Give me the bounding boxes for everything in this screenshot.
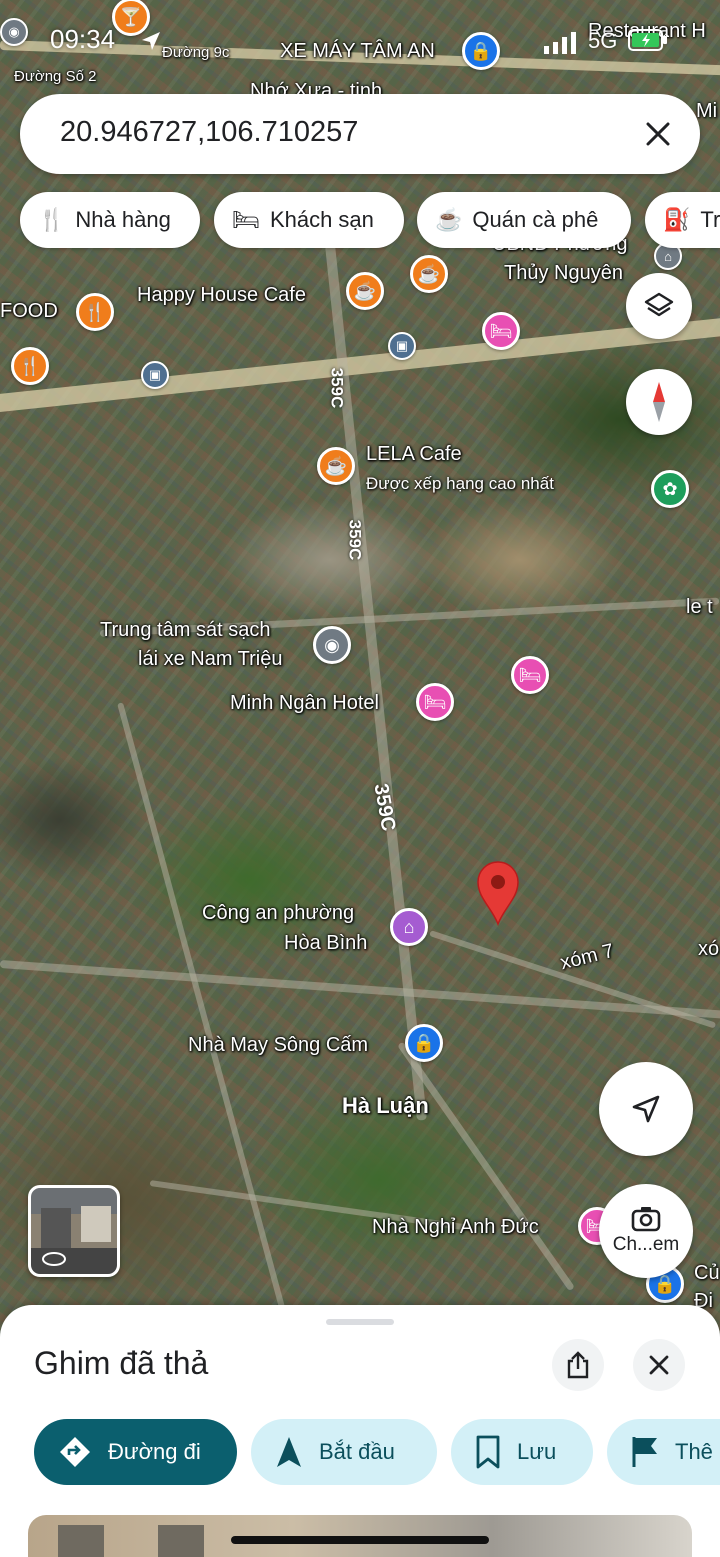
- map-label: Happy House Cafe: [137, 284, 306, 306]
- close-icon: [649, 1355, 669, 1375]
- save-button[interactable]: Lưu: [451, 1419, 593, 1485]
- search-bar[interactable]: 20.946727,106.710257: [20, 94, 700, 174]
- map-label: Củ: [694, 1262, 720, 1284]
- minor-road: [397, 1041, 575, 1292]
- chip-label: Khách sạn: [269, 207, 374, 232]
- compass-button[interactable]: [626, 369, 692, 435]
- map-label: Công an phường: [202, 902, 355, 924]
- network-type: 5G: [588, 28, 618, 53]
- hotel-poi-icon[interactable]: 🛏: [511, 656, 549, 694]
- map-label: LELA Cafe: [366, 443, 462, 465]
- flag-icon: [631, 1435, 659, 1469]
- road-number: 359C: [345, 519, 365, 561]
- my-location-button[interactable]: [599, 1062, 693, 1156]
- map-label: Đường Số 2: [14, 68, 97, 85]
- restaurant-poi-icon[interactable]: 🍴: [76, 293, 114, 331]
- gas-station-icon: ⛽: [663, 207, 691, 232]
- map-label: Được xếp hạng cao nhất: [366, 474, 554, 493]
- battery-icon: [628, 29, 667, 51]
- chip-restaurants[interactable]: 🍴 Nhà hàng: [20, 192, 200, 248]
- camera-icon: [631, 1207, 661, 1232]
- add-label-button[interactable]: Thê: [607, 1419, 720, 1485]
- happy-house-cafe-icon[interactable]: ☕: [346, 272, 384, 310]
- action-label: Bắt đầu: [319, 1439, 395, 1464]
- lela-cafe-icon[interactable]: ☕: [317, 447, 355, 485]
- window-image: [58, 1525, 104, 1557]
- storefront-image: [81, 1206, 111, 1242]
- map-label: lái xe Nam Triệu: [138, 648, 283, 670]
- street-view-thumbnail[interactable]: [28, 1185, 120, 1277]
- location-arrow-icon: [142, 32, 160, 50]
- close-sheet-button[interactable]: [633, 1339, 685, 1391]
- start-button[interactable]: Bắt đầu: [251, 1419, 437, 1485]
- police-station-icon[interactable]: ⌂: [390, 908, 428, 946]
- camera-search-button[interactable]: Ch...em: [599, 1184, 693, 1278]
- bus-stop-icon[interactable]: ▣: [141, 361, 169, 389]
- main-road: [0, 315, 720, 413]
- layers-button[interactable]: [626, 273, 692, 339]
- navigation-arrow-icon: [632, 1095, 660, 1123]
- map-label: Đường 9c: [162, 44, 230, 61]
- bus-stop-icon[interactable]: ▣: [388, 332, 416, 360]
- share-icon: [567, 1351, 589, 1379]
- action-label: Lưu: [517, 1439, 557, 1464]
- map-label: FOOD: [0, 300, 58, 322]
- tailor-shop-icon[interactable]: 🔒: [405, 1024, 443, 1062]
- navigation-arrow-icon: [275, 1435, 303, 1469]
- compass-icon: [653, 382, 665, 422]
- camera-button-label: Ch...em: [612, 1234, 680, 1255]
- share-button[interactable]: [552, 1339, 604, 1391]
- map-label: Mi: [696, 100, 718, 122]
- layers-icon: [644, 292, 674, 317]
- directions-button[interactable]: Đường đi: [34, 1419, 237, 1485]
- chip-label: Tr: [700, 207, 720, 232]
- park-poi-icon[interactable]: ✿: [651, 470, 689, 508]
- map-label: Nhà May Sông Cấm: [188, 1034, 369, 1056]
- map-label: Hòa Bình: [284, 932, 368, 954]
- location-poi-icon[interactable]: ◉: [0, 18, 28, 46]
- sheet-title: Ghim đã thả: [34, 1345, 209, 1381]
- map-label: Hà Luận: [342, 1093, 429, 1118]
- window-image: [158, 1525, 204, 1557]
- chip-label: Nhà hàng: [75, 207, 171, 232]
- map-label: xóm 7: [558, 939, 617, 975]
- chip-cafes[interactable]: ☕ Quán cà phê: [417, 192, 631, 248]
- action-label: Thê: [675, 1439, 713, 1464]
- home-indicator: [231, 1536, 489, 1544]
- chip-label: Quán cà phê: [472, 207, 599, 232]
- restaurant-poi-icon[interactable]: 🍴: [11, 347, 49, 385]
- dropped-pin-icon[interactable]: [474, 858, 522, 926]
- training-center-icon[interactable]: ◉: [313, 626, 351, 664]
- restaurant-icon: 🍴: [38, 207, 66, 232]
- search-query[interactable]: 20.946727,106.710257: [60, 116, 358, 149]
- hotel-poi-icon[interactable]: 🛏: [482, 312, 520, 350]
- rotate-360-icon: [42, 1252, 66, 1266]
- chip-hotels[interactable]: 🛏 Khách sạn: [214, 192, 404, 248]
- hotel-icon: 🛏: [232, 207, 260, 232]
- map-label: xó: [698, 938, 720, 960]
- coffee-icon: ☕: [435, 207, 463, 232]
- action-label: Đường đi: [108, 1439, 201, 1464]
- bookmark-icon: [475, 1435, 501, 1469]
- road-number: 359C: [369, 781, 400, 833]
- status-time: 09:34: [50, 24, 116, 54]
- map-label: XE MÁY TÂM AN: [280, 40, 435, 62]
- storefront-image: [41, 1208, 71, 1248]
- map-label: Minh Ngân Hotel: [230, 692, 379, 714]
- directions-icon: [58, 1435, 92, 1469]
- chip-gas-stations[interactable]: ⛽ Tr: [645, 192, 720, 248]
- map-label: Thủy Nguyên: [504, 262, 623, 284]
- map-label: Nhà Nghỉ Anh Đức: [372, 1216, 539, 1238]
- map-label: Trung tâm sát sạch: [100, 619, 271, 641]
- minh-ngan-hotel-icon[interactable]: 🛏: [416, 683, 454, 721]
- shop-poi-icon[interactable]: 🔒: [462, 32, 500, 70]
- close-icon[interactable]: [644, 120, 672, 148]
- map-label: le t: [686, 596, 713, 618]
- drag-handle[interactable]: [326, 1319, 394, 1325]
- cafe-poi-icon[interactable]: ☕: [410, 255, 448, 293]
- road-number: 359C: [327, 367, 347, 409]
- signal-icon: [544, 32, 576, 54]
- minor-road: [429, 930, 717, 1029]
